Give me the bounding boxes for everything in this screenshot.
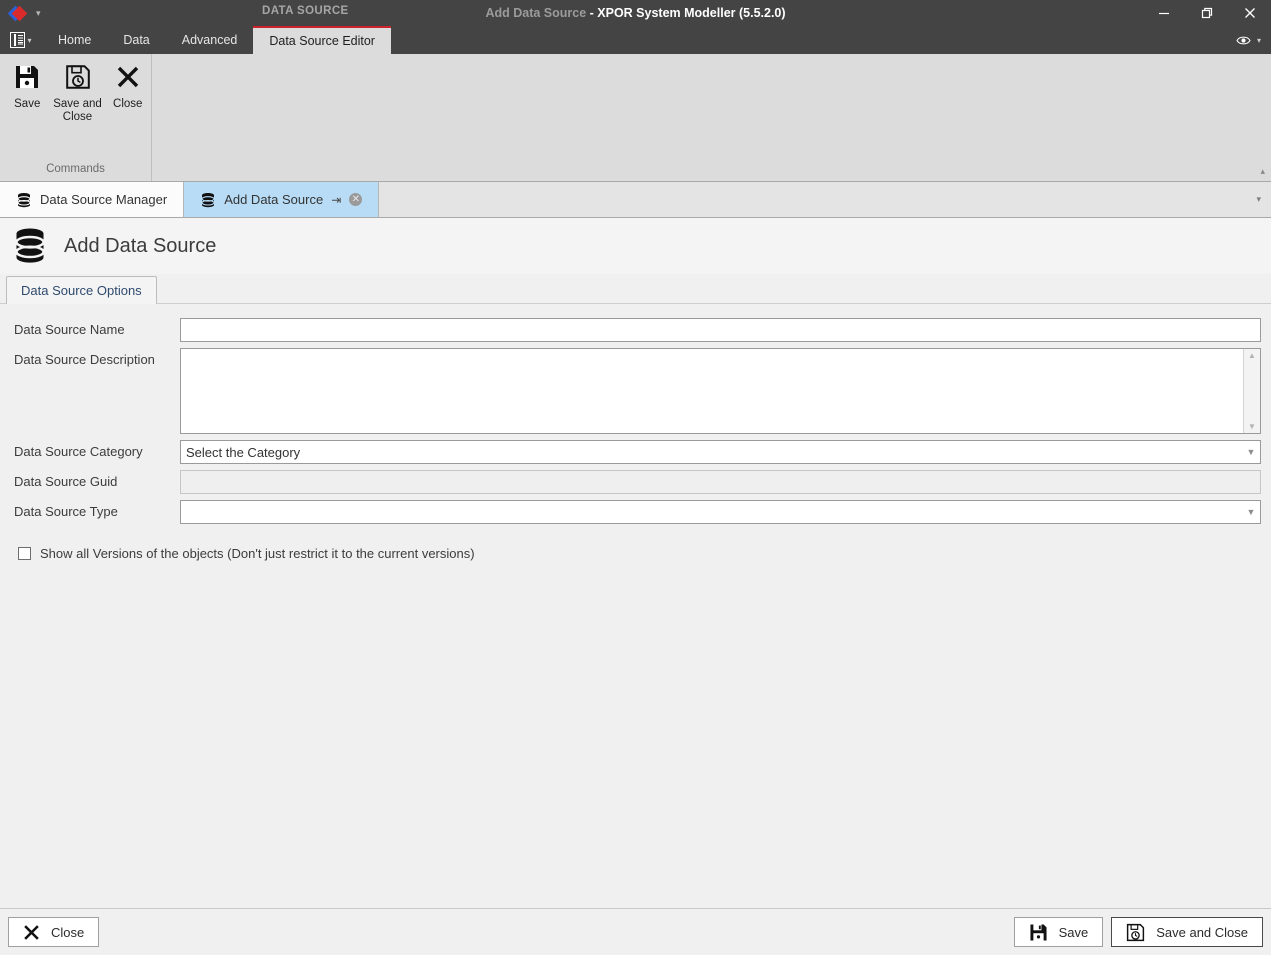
window-title-app: - XPOR System Modeller (5.5.2.0) — [586, 6, 786, 20]
save-icon — [1030, 923, 1047, 941]
save-icon — [14, 62, 40, 92]
ribbon-tab-data-source-editor[interactable]: Data Source Editor — [253, 26, 391, 54]
file-menu-button[interactable]: ▾ — [0, 26, 42, 54]
footer-close-button[interactable]: Close — [8, 917, 100, 947]
data-source-guid-input — [180, 470, 1261, 494]
app-logo-icon — [7, 5, 27, 21]
ribbon-body: Save Save and Close Close Commands ▴ — [0, 54, 1271, 182]
title-bar: ▾ DATA SOURCE Add Data Source - XPOR Sys… — [0, 0, 1271, 26]
restore-button[interactable] — [1185, 0, 1228, 26]
ribbon-save-button[interactable]: Save — [4, 62, 51, 111]
eye-icon — [1236, 36, 1251, 44]
data-source-description-value — [181, 349, 1243, 433]
ribbon-tab-data[interactable]: Data — [107, 26, 165, 54]
footer-save-label: Save — [1058, 924, 1089, 940]
window-title: Add Data Source - XPOR System Modeller (… — [0, 6, 1271, 20]
ribbon-save-and-close-label: Save and Close — [53, 98, 102, 124]
document-tab-add-data-source[interactable]: Add Data Source ⇥ ✕ — [184, 182, 380, 217]
footer-button-bar: Close Save Save and Close — [0, 908, 1271, 955]
field-row-data-source-name: Data Source Name — [14, 318, 1261, 342]
show-all-versions-label: Show all Versions of the objects (Don't … — [40, 546, 475, 561]
ribbon-close-button[interactable]: Close — [104, 62, 151, 111]
data-source-type-combobox[interactable]: ▼ — [180, 500, 1261, 524]
scroll-down-arrow-icon[interactable]: ▼ — [1248, 422, 1256, 431]
save-and-close-icon — [65, 62, 91, 92]
chevron-down-icon[interactable]: ▼ — [1242, 507, 1260, 517]
data-source-category-value: Select the Category — [186, 444, 301, 460]
app-logo-button[interactable] — [4, 5, 30, 21]
pin-tab-icon[interactable]: ⇥ — [331, 193, 341, 207]
chevron-down-icon[interactable]: ▼ — [1242, 447, 1260, 457]
field-row-data-source-type: Data Source Type ▼ — [14, 500, 1261, 524]
label-data-source-type: Data Source Type — [14, 504, 118, 519]
data-source-name-input[interactable] — [180, 318, 1261, 342]
label-data-source-guid: Data Source Guid — [14, 474, 118, 489]
close-button[interactable] — [1228, 0, 1271, 26]
document-tab-label: Add Data Source — [224, 192, 324, 207]
label-data-source-category: Data Source Category — [14, 444, 143, 459]
show-all-versions-row[interactable]: Show all Versions of the objects (Don't … — [18, 546, 1261, 561]
ribbon-tab-strip: ▾ Home Data Advanced Data Source Editor … — [0, 26, 1271, 54]
database-icon — [17, 192, 31, 207]
show-all-versions-checkbox[interactable] — [18, 547, 31, 560]
close-tab-icon[interactable]: ✕ — [349, 193, 363, 206]
inner-tab-strip: Data Source Options — [0, 274, 1271, 304]
label-data-source-description: Data Source Description — [14, 352, 155, 367]
data-source-description-textarea[interactable]: ▲ ▼ — [180, 348, 1261, 434]
footer-save-and-close-label: Save and Close — [1156, 924, 1248, 940]
close-x-icon — [24, 924, 39, 940]
ribbon-tab-advanced[interactable]: Advanced — [166, 26, 254, 54]
footer-save-button[interactable]: Save — [1013, 917, 1104, 947]
close-x-icon — [116, 62, 140, 92]
field-row-data-source-guid: Data Source Guid — [14, 470, 1261, 494]
document-tab-label: Data Source Manager — [40, 192, 168, 207]
document-tab-data-source-manager[interactable]: Data Source Manager — [0, 182, 185, 217]
minimize-button[interactable] — [1142, 0, 1185, 26]
database-icon — [15, 228, 45, 263]
ribbon-collapse-caret-icon[interactable]: ▴ — [1260, 166, 1265, 177]
ribbon-save-and-close-button[interactable]: Save and Close — [51, 62, 105, 124]
scroll-up-arrow-icon[interactable]: ▲ — [1248, 351, 1256, 360]
ribbon-group-commands: Save Save and Close Close Commands — [0, 54, 152, 181]
database-icon — [201, 192, 215, 207]
quick-access-caret-icon[interactable]: ▾ — [36, 8, 41, 19]
description-scrollbar[interactable]: ▲ ▼ — [1243, 349, 1260, 433]
ribbon-save-label: Save — [14, 98, 41, 110]
ribbon-display-options[interactable]: ▾ — [1236, 26, 1271, 54]
document-tab-strip: Data Source Manager Add Data Source ⇥ ✕ … — [0, 182, 1271, 218]
field-row-data-source-description: Data Source Description ▲ ▼ — [14, 348, 1261, 434]
data-source-category-combobox[interactable]: Select the Category ▼ — [180, 440, 1261, 464]
ribbon-tab-home[interactable]: Home — [42, 26, 107, 54]
save-and-close-icon — [1127, 923, 1145, 941]
page-title: Add Data Source — [64, 234, 217, 257]
ribbon-close-label: Close — [113, 98, 143, 110]
label-data-source-name: Data Source Name — [14, 322, 125, 337]
footer-save-and-close-button[interactable]: Save and Close — [1111, 917, 1263, 947]
data-source-form: Data Source Name Data Source Description… — [0, 304, 1271, 561]
page-header: Add Data Source — [0, 218, 1271, 274]
window-title-document: Add Data Source — [485, 6, 587, 20]
document-tabs-overflow-caret-icon[interactable]: ▾ — [1256, 182, 1271, 217]
tab-data-source-options[interactable]: Data Source Options — [6, 276, 157, 304]
field-row-data-source-category: Data Source Category Select the Category… — [14, 440, 1261, 464]
footer-close-label: Close — [51, 924, 85, 940]
file-menu-icon — [10, 32, 26, 48]
ribbon-group-title: Commands — [46, 163, 105, 175]
eye-caret-icon: ▾ — [1256, 35, 1261, 45]
window-controls — [1142, 0, 1271, 26]
file-menu-caret-icon: ▾ — [27, 35, 32, 45]
contextual-ribbon-label: DATA SOURCE — [262, 5, 349, 17]
content-area: Data Source Options Data Source Name Dat… — [0, 274, 1271, 908]
